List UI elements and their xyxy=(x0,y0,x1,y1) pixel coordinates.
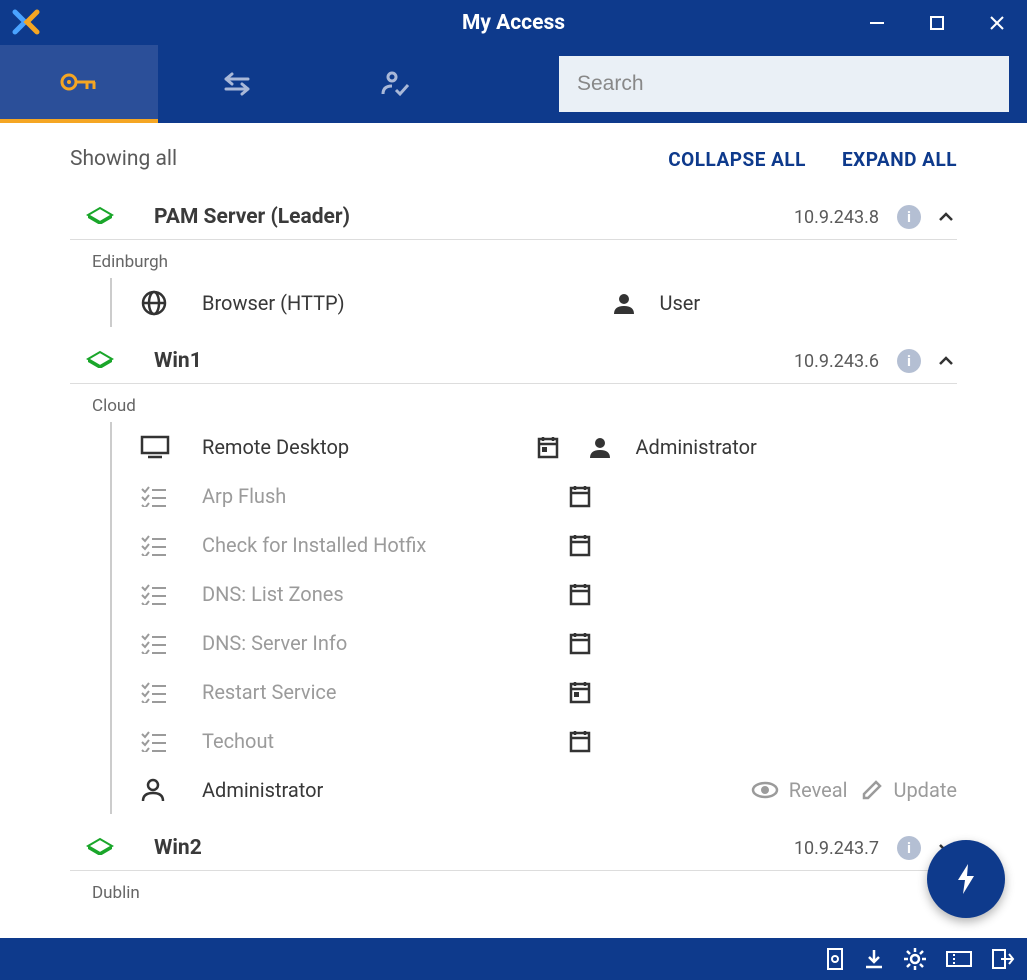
reveal-label: Reveal xyxy=(789,778,848,802)
task-row[interactable]: DNS: Server Info xyxy=(110,618,957,667)
person-check-icon xyxy=(380,70,410,98)
task-row[interactable]: Check for Installed Hotfix xyxy=(110,520,957,569)
info-icon[interactable]: i xyxy=(897,205,921,229)
server-ip: 10.9.243.6 xyxy=(794,351,879,372)
content-area: Showing all COLLAPSE ALL EXPAND ALL PAM … xyxy=(0,123,1027,938)
person-icon xyxy=(600,291,648,315)
admin-label: Administrator xyxy=(202,778,751,802)
person-icon xyxy=(140,777,202,803)
checklist-icon xyxy=(140,534,202,556)
server-icon xyxy=(86,350,116,372)
key-icon xyxy=(59,69,99,95)
server-header[interactable]: Win1 10.9.243.6 i xyxy=(70,339,957,384)
group-label: Cloud xyxy=(92,396,957,416)
task-row[interactable]: Techout xyxy=(110,716,957,765)
server-header[interactable]: Win2 10.9.243.7 i xyxy=(70,826,957,871)
ticket-icon[interactable] xyxy=(945,950,973,968)
calendar-icon[interactable] xyxy=(556,631,604,655)
group-label: Edinburgh xyxy=(92,252,957,272)
statusbar xyxy=(0,938,1027,980)
pencil-icon xyxy=(861,779,883,801)
calendar-icon[interactable] xyxy=(556,680,604,704)
minimize-button[interactable] xyxy=(847,0,907,45)
monitor-icon xyxy=(140,435,202,459)
info-icon[interactable]: i xyxy=(897,836,921,860)
transfer-icon xyxy=(220,71,254,97)
task-row[interactable]: Restart Service xyxy=(110,667,957,716)
access-label: Browser (HTTP) xyxy=(202,291,500,315)
admin-row[interactable]: Administrator Reveal Update xyxy=(110,765,957,814)
lightning-icon xyxy=(954,862,978,896)
group-label: Dublin xyxy=(92,883,957,903)
task-label: Check for Installed Hotfix xyxy=(202,533,556,557)
update-button[interactable]: Update xyxy=(861,778,957,802)
update-label: Update xyxy=(893,778,957,802)
tabbar xyxy=(0,45,1027,123)
access-label: Remote Desktop xyxy=(202,435,524,459)
server-ip: 10.9.243.8 xyxy=(794,207,879,228)
close-button[interactable] xyxy=(967,0,1027,45)
server-icon xyxy=(86,206,116,228)
tab-approvals[interactable] xyxy=(316,45,474,123)
logout-icon[interactable] xyxy=(991,948,1015,970)
server-name: Win2 xyxy=(154,836,794,860)
expand-all-button[interactable]: EXPAND ALL xyxy=(842,148,957,171)
eye-icon xyxy=(751,781,779,799)
calendar-icon[interactable] xyxy=(556,729,604,753)
app-logo-icon xyxy=(12,9,40,37)
tab-transfers[interactable] xyxy=(158,45,316,123)
collapse-all-button[interactable]: COLLAPSE ALL xyxy=(668,148,806,171)
checklist-icon xyxy=(140,632,202,654)
server-icon xyxy=(86,837,116,859)
checklist-icon xyxy=(140,583,202,605)
chevron-up-icon[interactable] xyxy=(935,206,957,228)
person-icon xyxy=(576,435,624,459)
task-label: Restart Service xyxy=(202,680,556,704)
download-icon[interactable] xyxy=(863,948,885,970)
calendar-icon[interactable] xyxy=(556,484,604,508)
checklist-icon xyxy=(140,730,202,752)
task-label: DNS: Server Info xyxy=(202,631,556,655)
task-label: DNS: List Zones xyxy=(202,582,556,606)
access-row[interactable]: Browser (HTTP) User xyxy=(110,278,957,327)
certificate-icon[interactable] xyxy=(825,947,845,971)
chevron-up-icon[interactable] xyxy=(935,350,957,372)
task-row[interactable]: DNS: List Zones xyxy=(110,569,957,618)
calendar-icon[interactable] xyxy=(524,435,572,459)
server-ip: 10.9.243.7 xyxy=(794,838,879,859)
task-label: Arp Flush xyxy=(202,484,556,508)
settings-icon[interactable] xyxy=(903,947,927,971)
globe-icon xyxy=(140,289,202,317)
user-label: User xyxy=(648,291,958,315)
task-row[interactable]: Arp Flush xyxy=(110,471,957,520)
maximize-button[interactable] xyxy=(907,0,967,45)
checklist-icon xyxy=(140,681,202,703)
search-input[interactable] xyxy=(559,56,1009,112)
user-label: Administrator xyxy=(624,435,958,459)
server-header[interactable]: PAM Server (Leader) 10.9.243.8 i xyxy=(70,195,957,240)
info-icon[interactable]: i xyxy=(897,349,921,373)
server-name: PAM Server (Leader) xyxy=(154,205,794,229)
showing-label: Showing all xyxy=(70,147,177,171)
checklist-icon xyxy=(140,485,202,507)
access-row[interactable]: Remote Desktop Administrator xyxy=(110,422,957,471)
titlebar: My Access xyxy=(0,0,1027,45)
tab-myaccess[interactable] xyxy=(0,45,158,123)
reveal-button[interactable]: Reveal xyxy=(751,778,848,802)
calendar-icon[interactable] xyxy=(556,582,604,606)
server-name: Win1 xyxy=(154,349,794,373)
fab-quick-action[interactable] xyxy=(927,840,1005,918)
calendar-icon[interactable] xyxy=(556,533,604,557)
task-label: Techout xyxy=(202,729,556,753)
